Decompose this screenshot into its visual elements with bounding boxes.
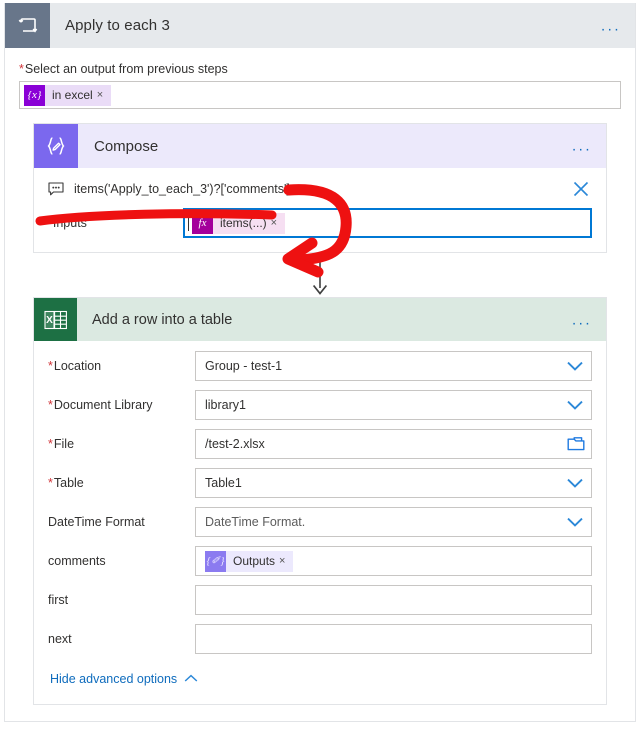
svg-text:X: X [46,315,53,326]
token-remove-icon[interactable]: × [271,217,277,229]
compose-card: Compose ... items('Apply_to_each_3')?['c… [33,123,607,253]
text-caret [188,215,189,231]
token-chip-label: items(...) × [213,212,286,234]
folder-picker-icon[interactable] [567,436,585,452]
required-asterisk: * [48,476,53,490]
chevron-up-icon[interactable] [184,674,198,684]
field-label: comments [48,554,195,568]
select-output-label-text: Select an output from previous steps [24,62,228,76]
apply-to-each-header[interactable]: Apply to each 3 ... [5,3,635,48]
field-input-dropdown[interactable]: library1 [195,390,592,420]
token-chip-outputs[interactable]: {✐} Outputs × [205,550,294,572]
compose-expression-row: items('Apply_to_each_3')?['comments'] [48,178,592,208]
field-value: DateTime Format. [205,515,306,529]
field-row: *File/test-2.xlsx [48,429,592,459]
field-value: library1 [205,398,246,412]
select-output-label: *Select an output from previous steps [19,62,621,76]
field-input-folder[interactable]: /test-2.xlsx [195,429,592,459]
select-output-input[interactable]: {x} in excel × [19,81,621,109]
loop-repeat-icon [5,3,50,48]
field-input-token[interactable]: {✐} Outputs × [195,546,592,576]
token-remove-icon[interactable]: × [279,555,285,567]
required-asterisk: * [19,62,24,76]
field-row: *Document Library library1 [48,390,592,420]
apply-to-each-more-button[interactable]: ... [601,18,621,33]
token-badge-variable-icon: {x} [24,84,45,106]
field-label-text: Document Library [53,398,153,412]
field-label-text: DateTime Format [48,515,145,529]
field-label-text: next [48,632,72,646]
token-chip-items-expression[interactable]: fx items(...) × [192,212,286,234]
token-remove-icon[interactable]: × [97,89,103,101]
field-label: *Table [48,476,195,490]
field-input-dropdown[interactable]: Table1 [195,468,592,498]
hide-advanced-options-link[interactable]: Hide advanced options [50,672,177,686]
inputs-label-text: Inputs [52,216,87,230]
token-badge-function-icon: fx [192,212,213,234]
add-row-header[interactable]: X Add a row into a table ... [34,298,606,341]
field-input-dropdown[interactable]: Group - test-1 [195,351,592,381]
compose-body: items('Apply_to_each_3')?['comments'] *I… [34,168,606,252]
compose-more-button[interactable]: ... [572,139,592,154]
field-input-dropdown[interactable]: DateTime Format. [195,507,592,537]
inputs-label: *Inputs [48,216,183,230]
required-asterisk: * [48,437,53,451]
field-label: *Location [48,359,195,373]
chevron-down-icon[interactable] [565,476,585,490]
field-label: *Document Library [48,398,195,412]
field-row: first [48,585,592,615]
field-label-text: File [53,437,75,451]
add-row-body: *Location Group - test-1 *Document Library… [34,341,606,704]
chevron-down-icon[interactable] [565,359,585,373]
field-row: next [48,624,592,654]
field-label-text: first [48,593,69,607]
chevron-down-icon[interactable] [565,515,585,529]
apply-to-each-card: Apply to each 3 ... *Select an output fr… [4,3,636,722]
field-input-text[interactable] [195,624,592,654]
close-icon[interactable] [570,178,592,200]
field-label: first [48,593,195,607]
compose-braces-pencil-icon [34,124,78,168]
token-chip-label: in excel × [45,84,112,106]
field-label-text: Table [53,476,84,490]
field-label-text: comments [48,554,106,568]
add-row-into-table-card: X Add a row into a table ... *Location Gr… [33,297,607,705]
add-row-more-button[interactable]: ... [572,312,592,327]
add-row-title: Add a row into a table [92,311,233,328]
field-label-text: Location [53,359,102,373]
token-badge-compose-icon: {✐} [205,550,226,572]
field-row: DateTime Format DateTime Format. [48,507,592,537]
compose-expression-text: items('Apply_to_each_3')?['comments'] [74,182,290,196]
connector-arrow [19,251,621,299]
compose-header[interactable]: Compose ... [34,124,606,168]
compose-inputs-field[interactable]: fx items(...) × [183,208,592,238]
field-value: Group - test-1 [205,359,283,373]
field-row: *Location Group - test-1 [48,351,592,381]
excel-table-icon: X [34,298,77,341]
field-value: Table1 [205,476,242,490]
down-arrow-icon [310,251,330,299]
apply-to-each-title: Apply to each 3 [65,17,170,34]
field-value: /test-2.xlsx [205,437,265,451]
field-input-text[interactable] [195,585,592,615]
field-row: comments {✐} Outputs × [48,546,592,576]
compose-title: Compose [94,137,159,155]
token-chip-in-excel[interactable]: {x} in excel × [24,84,112,106]
hide-advanced-options-row[interactable]: Hide advanced options [48,663,592,696]
field-label: *File [48,437,195,451]
required-asterisk: * [48,359,53,373]
field-row: *Table Table1 [48,468,592,498]
comment-bubble-icon [48,182,64,196]
token-chip-label: Outputs × [226,550,294,572]
apply-to-each-body: *Select an output from previous steps {x… [5,48,635,721]
field-label: DateTime Format [48,515,195,529]
required-asterisk: * [48,398,53,412]
field-label: next [48,632,195,646]
chevron-down-icon[interactable] [565,398,585,412]
compose-inputs-row: *Inputs fx items(...) × [48,208,592,238]
